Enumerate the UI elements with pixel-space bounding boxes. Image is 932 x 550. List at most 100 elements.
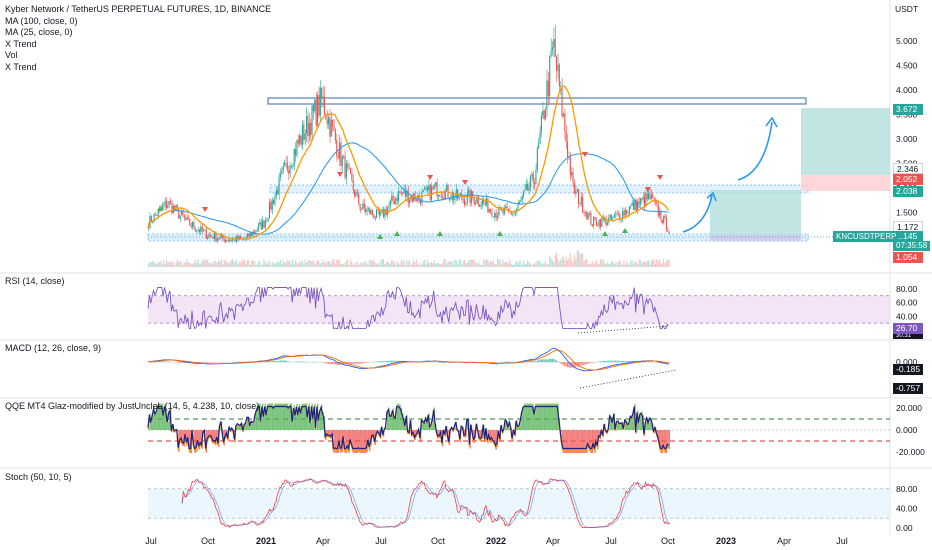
candle-body <box>441 196 444 198</box>
candle-body <box>300 135 302 145</box>
macd-histogram-bar <box>273 361 275 363</box>
candle-body <box>609 214 611 218</box>
macd-histogram-bar <box>389 360 391 363</box>
candle-body <box>289 165 291 174</box>
stoch-title[interactable]: Stoch (50, 10, 5) <box>5 472 72 482</box>
stoch-pane[interactable] <box>148 478 890 529</box>
candle-body <box>463 199 466 205</box>
sell-signal-marker <box>202 207 208 212</box>
volume-bar <box>340 263 342 267</box>
macd-histogram-bar <box>601 361 603 363</box>
volume-bar <box>249 264 251 267</box>
candle-body <box>598 219 600 227</box>
candle-body <box>426 187 428 191</box>
macd-histogram-bar <box>200 362 202 363</box>
candle-body <box>523 190 525 196</box>
volume-bar <box>513 264 515 267</box>
volume-bar <box>490 261 492 267</box>
macd-histogram-bar <box>535 361 537 363</box>
qqe-title[interactable]: QQE MT4 Glaz-modified by JustUncleL (14,… <box>5 401 259 411</box>
macd-signal-line <box>147 349 669 371</box>
macd-histogram-bar <box>240 361 242 363</box>
macd-histogram-bar <box>591 362 593 363</box>
candle-body <box>535 169 537 185</box>
volume-bar <box>413 260 415 267</box>
candle-body <box>359 204 361 210</box>
volume-bar <box>624 264 626 267</box>
time-axis[interactable]: Jul Oct 2021 Apr Jul Oct 2022 Apr Jul Oct 2023 Apr J… <box>145 536 848 546</box>
macd-histogram-bar <box>539 359 541 363</box>
volume-bar <box>591 260 593 267</box>
candle-body <box>248 233 250 237</box>
legend-xtrend[interactable]: X Trend <box>5 39 271 51</box>
candle-body <box>654 201 656 202</box>
tp2-tag: 3.672 <box>893 104 923 115</box>
macd-histogram-bar <box>609 360 611 363</box>
macd-pane[interactable] <box>147 347 677 389</box>
volume-bar <box>321 262 323 267</box>
volume-bar <box>459 259 461 267</box>
candle-body <box>273 200 275 205</box>
macd-histogram-bar <box>613 360 615 363</box>
volume-bar <box>498 259 500 267</box>
candle-body <box>154 213 156 215</box>
volume-bar <box>305 262 308 267</box>
volume-bar <box>366 263 368 267</box>
legend-vol[interactable]: Vol <box>5 50 271 62</box>
volume-bar <box>330 263 332 267</box>
volume-bar <box>175 262 177 267</box>
candle-body <box>389 200 391 206</box>
qqe-histogram-bar <box>529 403 532 430</box>
volume-bar <box>649 264 651 267</box>
volume-bar <box>457 263 459 267</box>
volume-bar <box>267 261 269 267</box>
macd-histogram-bar <box>363 362 365 364</box>
candle-body <box>286 162 288 171</box>
volume-bar <box>439 263 441 267</box>
candle-body <box>566 142 569 158</box>
qqe-pane[interactable] <box>147 403 890 454</box>
volume-bar <box>212 263 214 267</box>
volume-bar <box>172 261 174 267</box>
legend-ma25[interactable]: MA (25, close, 0) <box>5 27 271 39</box>
volume-bar <box>616 262 618 267</box>
legend-xtrend-2[interactable]: X Trend <box>5 62 271 74</box>
macd-histogram-bar <box>587 362 589 364</box>
candle-body <box>316 95 319 126</box>
buy-signal-marker <box>394 231 400 236</box>
candle-body <box>268 202 270 219</box>
macd-histogram-bar <box>297 361 299 363</box>
volume-bar <box>242 260 244 267</box>
candle-body <box>218 238 220 240</box>
volume-bar <box>215 261 217 267</box>
volume-bar <box>356 261 358 267</box>
macd-histogram-bar <box>288 361 290 363</box>
volume-bar <box>652 259 654 267</box>
candle-body <box>534 182 536 185</box>
volume-bar <box>301 260 303 267</box>
volume-bar <box>270 264 272 267</box>
rsi-pane[interactable] <box>147 286 890 334</box>
legend-ma100[interactable]: MA (100, close, 0) <box>5 16 271 28</box>
candle-body <box>402 192 404 194</box>
candle-body <box>528 187 530 191</box>
volume-bar <box>613 263 615 267</box>
candle-body <box>260 222 262 230</box>
macd-histogram-bar <box>362 362 364 364</box>
candle-body <box>572 172 574 183</box>
candle-body <box>314 99 316 112</box>
qqe-tick-label: 0.000 <box>896 425 918 435</box>
macd-histogram-bar <box>531 360 533 363</box>
qqe-histogram-bar <box>583 430 585 454</box>
macd-histogram-bar <box>623 361 625 363</box>
chart-title[interactable]: Kyber Network / TetherUS PERPETUAL FUTUR… <box>5 4 271 16</box>
candle-body <box>193 222 195 229</box>
volume-bar <box>642 260 644 267</box>
chart-canvas[interactable]: 5.0004.5004.0003.5003.0002.5002.0001.500… <box>0 0 932 550</box>
macd-title[interactable]: MACD (12, 26, close, 9) <box>5 343 101 353</box>
rsi-title[interactable]: RSI (14, close) <box>5 276 65 286</box>
volume-bar <box>178 262 180 267</box>
qqe-histogram-bar <box>275 403 278 430</box>
volume-bar <box>277 261 279 267</box>
candle-body <box>216 238 218 241</box>
